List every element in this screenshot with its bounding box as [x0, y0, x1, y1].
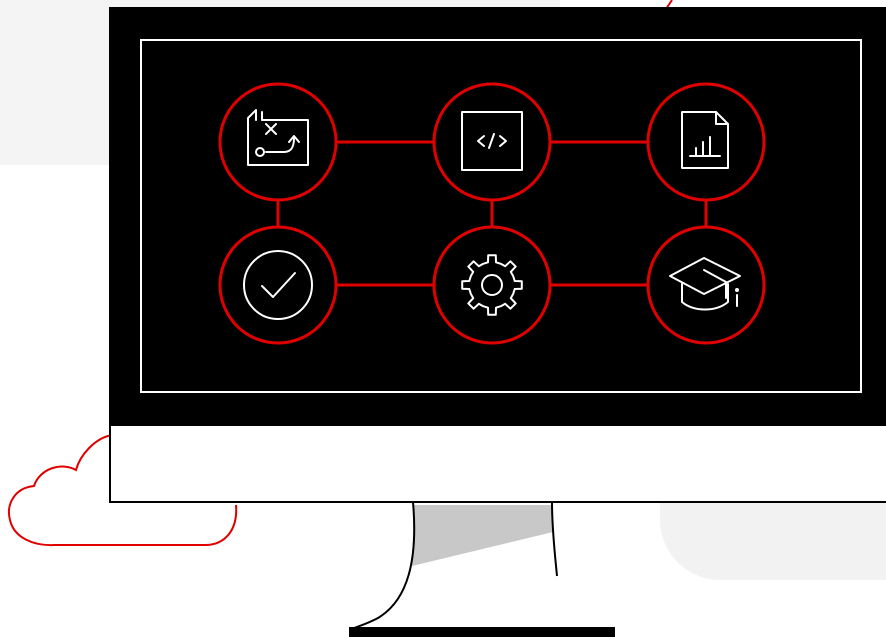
- stand-shadow: [412, 505, 553, 566]
- stand-outline-left: [349, 501, 416, 631]
- monitor-illustration: [8, 0, 886, 637]
- monitor-screen: [110, 8, 886, 426]
- stand-base: [349, 627, 615, 637]
- illustration: [0, 0, 886, 637]
- stand-outline-right: [551, 501, 558, 577]
